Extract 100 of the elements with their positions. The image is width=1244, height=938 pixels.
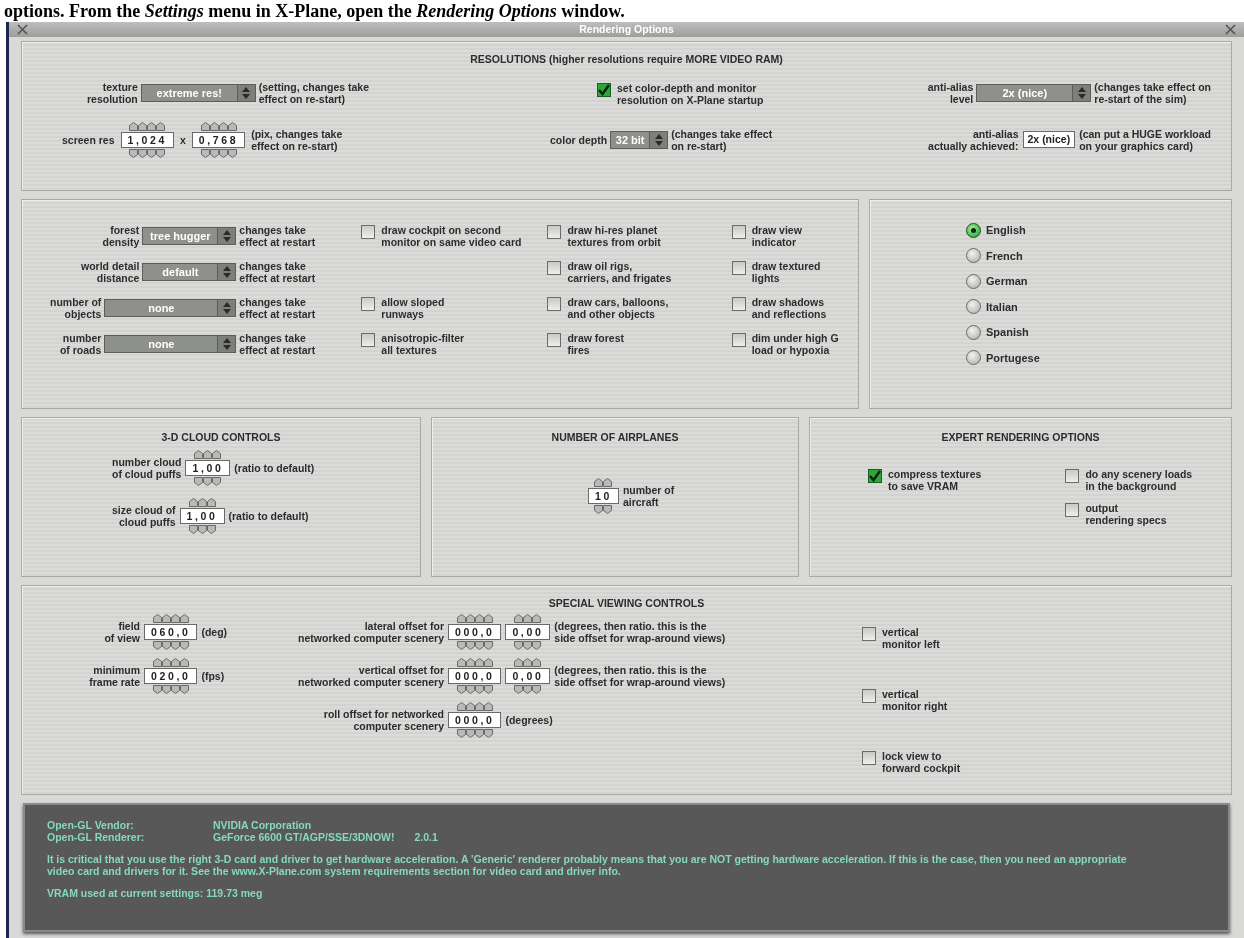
number-field[interactable]: 0,00 — [505, 667, 551, 684]
section-title: 3-D CLOUD CONTROLS — [160, 430, 282, 445]
field-note: changes take effect at restart — [239, 332, 317, 356]
close-icon[interactable] — [1225, 24, 1236, 35]
number-field[interactable]: 000,0 — [448, 711, 502, 728]
section-title: NUMBER OF AIRPLANES — [550, 430, 680, 445]
spinner-down-icon[interactable] — [194, 476, 222, 486]
spinner-up-icon[interactable] — [594, 477, 613, 487]
field-label: world detail distance — [81, 260, 140, 284]
checkbox[interactable] — [731, 333, 746, 347]
radio-button[interactable] — [966, 248, 981, 264]
check-icon — [869, 469, 881, 482]
checkbox[interactable] — [547, 261, 562, 275]
version-text: 2.0.1 — [414, 831, 438, 843]
checkbox[interactable] — [731, 225, 746, 239]
checkbox-label: allow sloped runways — [381, 296, 445, 320]
radio-button[interactable] — [966, 222, 981, 238]
checkbox[interactable] — [547, 333, 562, 347]
checkbox[interactable] — [731, 297, 746, 311]
spinner-down-icon[interactable] — [200, 148, 237, 158]
number-field[interactable]: 020,0 — [144, 667, 198, 684]
number-field[interactable]: 10 — [588, 487, 619, 504]
number-field[interactable]: 1,024 — [120, 131, 174, 148]
section-title: EXPERT RENDERING OPTIONS — [940, 430, 1101, 445]
spinner-up-icon[interactable] — [200, 121, 237, 131]
field-label: color depth — [550, 133, 608, 146]
number-field[interactable]: 000,0 — [448, 623, 502, 640]
field-note: (ratio to default) — [228, 509, 309, 522]
spinner-down-icon[interactable] — [188, 524, 216, 534]
checkbox[interactable] — [731, 261, 746, 275]
spinner-down-icon[interactable] — [594, 504, 613, 514]
checkbox-label: do any scenery loads in the background — [1085, 467, 1193, 492]
close-icon[interactable] — [17, 24, 28, 35]
field-note: (can put a HUGE workload on your graphics card) — [1079, 127, 1211, 152]
stepper-icon — [242, 86, 251, 99]
field-note: (fps) — [201, 669, 225, 682]
checkbox[interactable] — [1065, 502, 1080, 517]
info-message: It is critical that you use the right 3-D card and driver to get hardware acceleration. A 'Generic' renderer probably means that you are NOT getting hardware acceleration. If this is the case, then you need an appropriate video card and drivers for it. See the www.X-Plane.com system requirements section for video card and driver info. — [47, 853, 1128, 877]
spinner-down-icon[interactable] — [456, 684, 493, 694]
radio-label: French — [986, 248, 1023, 264]
checkbox[interactable] — [597, 82, 611, 97]
check-icon — [598, 83, 610, 96]
radio-label: German — [986, 274, 1028, 289]
field-note: (changes take effect on re-start) — [671, 127, 773, 152]
checkbox[interactable] — [547, 297, 562, 311]
checkbox[interactable] — [862, 688, 876, 703]
number-field[interactable]: 0,768 — [191, 131, 246, 148]
checkbox-label: draw shadows and reflections — [751, 296, 827, 320]
spinner-down-icon[interactable] — [152, 640, 189, 650]
spinner-up-icon[interactable] — [456, 657, 493, 667]
checkbox[interactable] — [361, 333, 376, 347]
checkbox-label: draw cars, balloons, and other objects — [567, 296, 669, 320]
spinner-down-icon[interactable] — [456, 640, 493, 650]
radio-label: Portugese — [986, 350, 1040, 366]
number-field[interactable]: 060,0 — [144, 623, 198, 640]
checkbox-label: draw cockpit on second monitor on same video card — [381, 224, 522, 248]
spinner-up-icon[interactable] — [514, 613, 542, 623]
field-note: changes take effect at restart — [239, 260, 317, 284]
checkbox-label: draw oil rigs, carriers, and frigates — [567, 260, 672, 284]
spinner-up-icon[interactable] — [456, 613, 493, 623]
number-field[interactable]: 0,00 — [505, 623, 551, 640]
radio-button[interactable] — [966, 350, 981, 366]
field-label: anti-alias actually achieved: — [928, 127, 1019, 152]
spinner-up-icon[interactable] — [514, 657, 542, 667]
checkbox[interactable] — [361, 225, 376, 239]
field-label: number of objects — [50, 296, 102, 320]
spinner-up-icon[interactable] — [194, 449, 222, 459]
field-note: (pix, changes take effect on re-start) — [251, 127, 343, 152]
checkbox[interactable] — [862, 626, 876, 641]
times-sign: x — [179, 133, 186, 146]
value-display: 2x (nice) — [1022, 131, 1076, 149]
spinner-up-icon[interactable] — [188, 497, 216, 507]
checkbox-label: anisotropic-filter all textures — [381, 332, 465, 356]
checkbox-label: vertical monitor right — [882, 687, 948, 712]
checkbox-label: compress textures to save VRAM — [888, 467, 982, 492]
field-note: changes take effect at restart — [239, 224, 317, 248]
checkbox[interactable] — [547, 225, 562, 239]
checkbox[interactable] — [868, 468, 882, 483]
checkbox-label: draw view indicator — [751, 224, 802, 248]
field-label: lateral offset for networked computer scenery — [298, 619, 444, 644]
radio-button[interactable] — [966, 324, 981, 340]
spinner-down-icon[interactable] — [456, 728, 493, 738]
number-field[interactable]: 1,00 — [179, 507, 225, 524]
spinner-up-icon[interactable] — [152, 657, 189, 667]
radio-button[interactable] — [966, 299, 981, 315]
spinner-down-icon[interactable] — [514, 684, 542, 694]
spinner-up-icon[interactable] — [129, 121, 166, 131]
spinner-down-icon[interactable] — [514, 640, 542, 650]
spinner-up-icon[interactable] — [152, 613, 189, 623]
checkbox[interactable] — [1065, 468, 1080, 483]
spinner-up-icon[interactable] — [456, 701, 493, 711]
checkbox[interactable] — [361, 297, 376, 311]
number-field[interactable]: 000,0 — [448, 667, 502, 684]
number-field[interactable]: 1,00 — [185, 459, 231, 476]
radio-button[interactable] — [966, 273, 981, 289]
field-label: number cloud of cloud puffs — [112, 455, 182, 480]
checkbox-label: lock view to forward cockpit — [882, 749, 961, 774]
spinner-down-icon[interactable] — [152, 684, 189, 694]
spinner-down-icon[interactable] — [129, 148, 166, 158]
checkbox[interactable] — [862, 750, 876, 765]
